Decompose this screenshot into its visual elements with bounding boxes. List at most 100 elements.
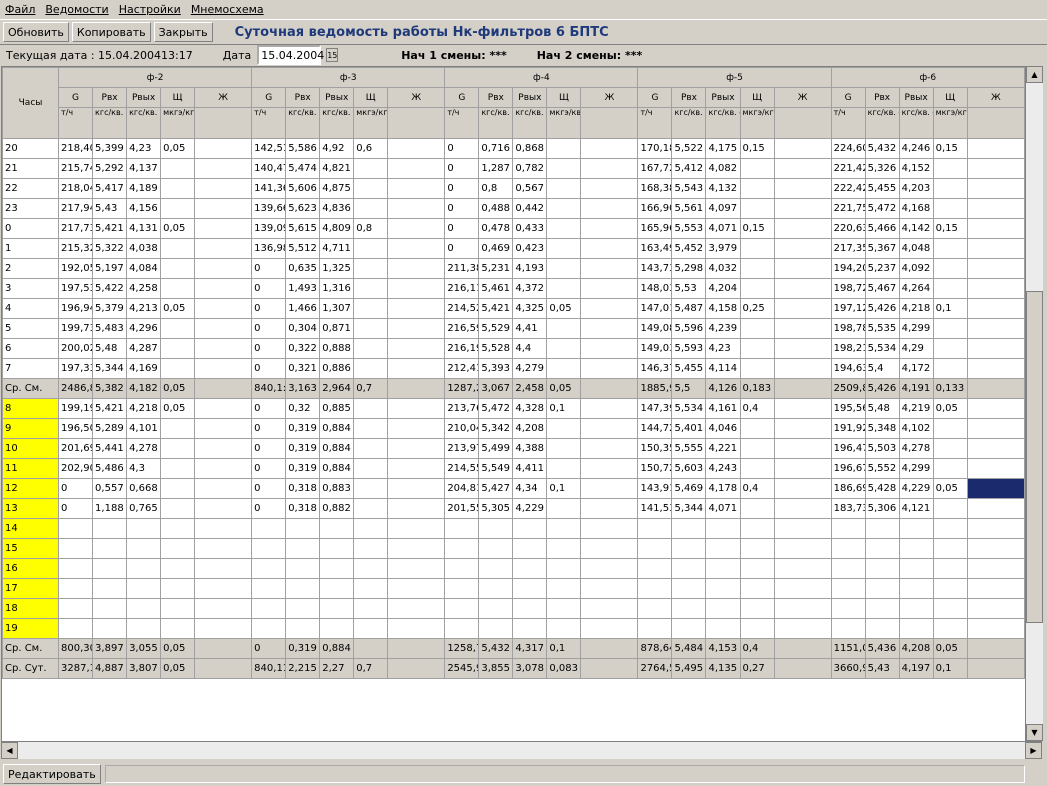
data-cell[interactable]: 0,05 [160,138,196,159]
data-cell[interactable] [546,198,582,219]
data-cell[interactable]: 196,67 [830,458,866,479]
data-cell[interactable]: 222,42 [830,178,866,199]
data-cell[interactable]: 0,469 [478,238,514,259]
data-cell[interactable]: 0,1 [546,638,582,659]
data-cell[interactable]: 5,472 [478,398,514,419]
data-cell[interactable] [546,218,582,239]
data-cell[interactable]: 5,5 [671,378,707,399]
data-cell[interactable]: 170,18 [637,138,673,159]
data-cell[interactable]: 198,78 [830,318,866,339]
data-cell[interactable]: 0 [444,138,480,159]
data-cell[interactable] [387,318,446,339]
data-cell[interactable] [932,498,968,519]
data-cell[interactable] [160,178,196,199]
data-cell[interactable] [387,518,446,539]
data-cell[interactable]: 5,289 [92,418,128,439]
data-cell[interactable] [966,378,1026,399]
data-cell[interactable] [773,418,832,439]
data-cell[interactable]: 4,172 [898,358,934,379]
data-cell[interactable] [966,578,1026,599]
data-cell[interactable]: 4,193 [512,258,548,279]
data-cell[interactable]: 0,4 [739,478,775,499]
data-cell[interactable] [194,138,253,159]
data-cell[interactable]: 0 [58,498,94,519]
data-cell[interactable]: 4,126 [705,378,741,399]
data-cell[interactable]: 144,72 [637,418,673,439]
data-cell[interactable] [126,558,162,579]
data-cell[interactable] [966,178,1026,199]
data-cell[interactable] [353,198,389,219]
data-cell[interactable]: 4,137 [126,158,162,179]
data-cell[interactable] [580,378,639,399]
data-cell[interactable]: 3,855 [478,658,514,679]
data-cell[interactable]: 4,046 [705,418,741,439]
data-cell[interactable]: 4,152 [898,158,934,179]
data-cell[interactable] [387,638,446,659]
data-cell[interactable]: 1151,0 [830,638,866,659]
data-cell[interactable] [830,578,866,599]
data-cell[interactable] [387,178,446,199]
data-cell[interactable] [160,618,196,639]
data-cell[interactable] [773,138,832,159]
data-cell[interactable]: 150,35 [637,438,673,459]
data-cell[interactable] [194,238,253,259]
data-cell[interactable]: 140,47 [251,158,287,179]
data-cell[interactable] [773,338,832,359]
data-cell[interactable]: 4,809 [319,218,355,239]
data-cell[interactable] [580,338,639,359]
data-cell[interactable]: 2,215 [285,658,321,679]
data-cell[interactable]: 4,239 [705,318,741,339]
data-cell[interactable]: 0,15 [739,218,775,239]
data-cell[interactable] [966,158,1026,179]
data-cell[interactable]: 4,287 [126,338,162,359]
data-cell[interactable] [353,618,389,639]
data-cell[interactable]: 5,535 [864,318,900,339]
data-cell[interactable] [966,518,1026,539]
data-cell[interactable] [126,618,162,639]
data-cell[interactable] [194,418,253,439]
data-cell[interactable]: 4,3 [126,458,162,479]
horizontal-scrollbar[interactable]: ◀ ▶ [1,741,1042,759]
data-cell[interactable] [739,278,775,299]
data-cell[interactable]: 0 [251,318,287,339]
data-cell[interactable]: 0 [251,498,287,519]
data-cell[interactable] [160,518,196,539]
data-cell[interactable]: 0 [444,238,480,259]
data-cell[interactable] [739,418,775,439]
data-cell[interactable]: 0,557 [92,478,128,499]
data-cell[interactable] [160,578,196,599]
data-cell[interactable]: 0,1 [932,658,968,679]
data-cell[interactable]: 5,486 [92,458,128,479]
data-cell[interactable] [773,478,832,499]
data-cell[interactable] [580,218,639,239]
data-cell[interactable]: 149,03 [637,338,673,359]
data-cell[interactable] [864,538,900,559]
data-cell[interactable]: 4,097 [705,198,741,219]
data-cell[interactable] [444,618,480,639]
data-cell[interactable] [194,338,253,359]
data-cell[interactable]: 167,72 [637,158,673,179]
data-cell[interactable]: 4,711 [319,238,355,259]
data-cell[interactable] [353,338,389,359]
data-cell[interactable]: 4,41 [512,318,548,339]
data-cell[interactable]: 2545,9 [444,658,480,679]
data-cell[interactable] [966,238,1026,259]
data-cell[interactable] [637,538,673,559]
data-cell[interactable] [194,538,253,559]
data-cell[interactable] [353,358,389,379]
data-cell[interactable] [353,418,389,439]
data-cell[interactable] [160,158,196,179]
data-cell[interactable] [160,418,196,439]
data-cell[interactable] [830,598,866,619]
data-cell[interactable] [160,538,196,559]
data-cell[interactable]: 147,01 [637,298,673,319]
data-cell[interactable]: 212,41 [444,358,480,379]
data-cell[interactable] [194,218,253,239]
data-cell[interactable]: 217,35 [830,238,866,259]
data-cell[interactable] [353,638,389,659]
data-cell[interactable]: 0,478 [478,218,514,239]
data-cell[interactable] [773,198,832,219]
data-cell[interactable] [773,498,832,519]
data-cell[interactable]: 204,81 [444,478,480,499]
data-cell[interactable] [773,538,832,559]
